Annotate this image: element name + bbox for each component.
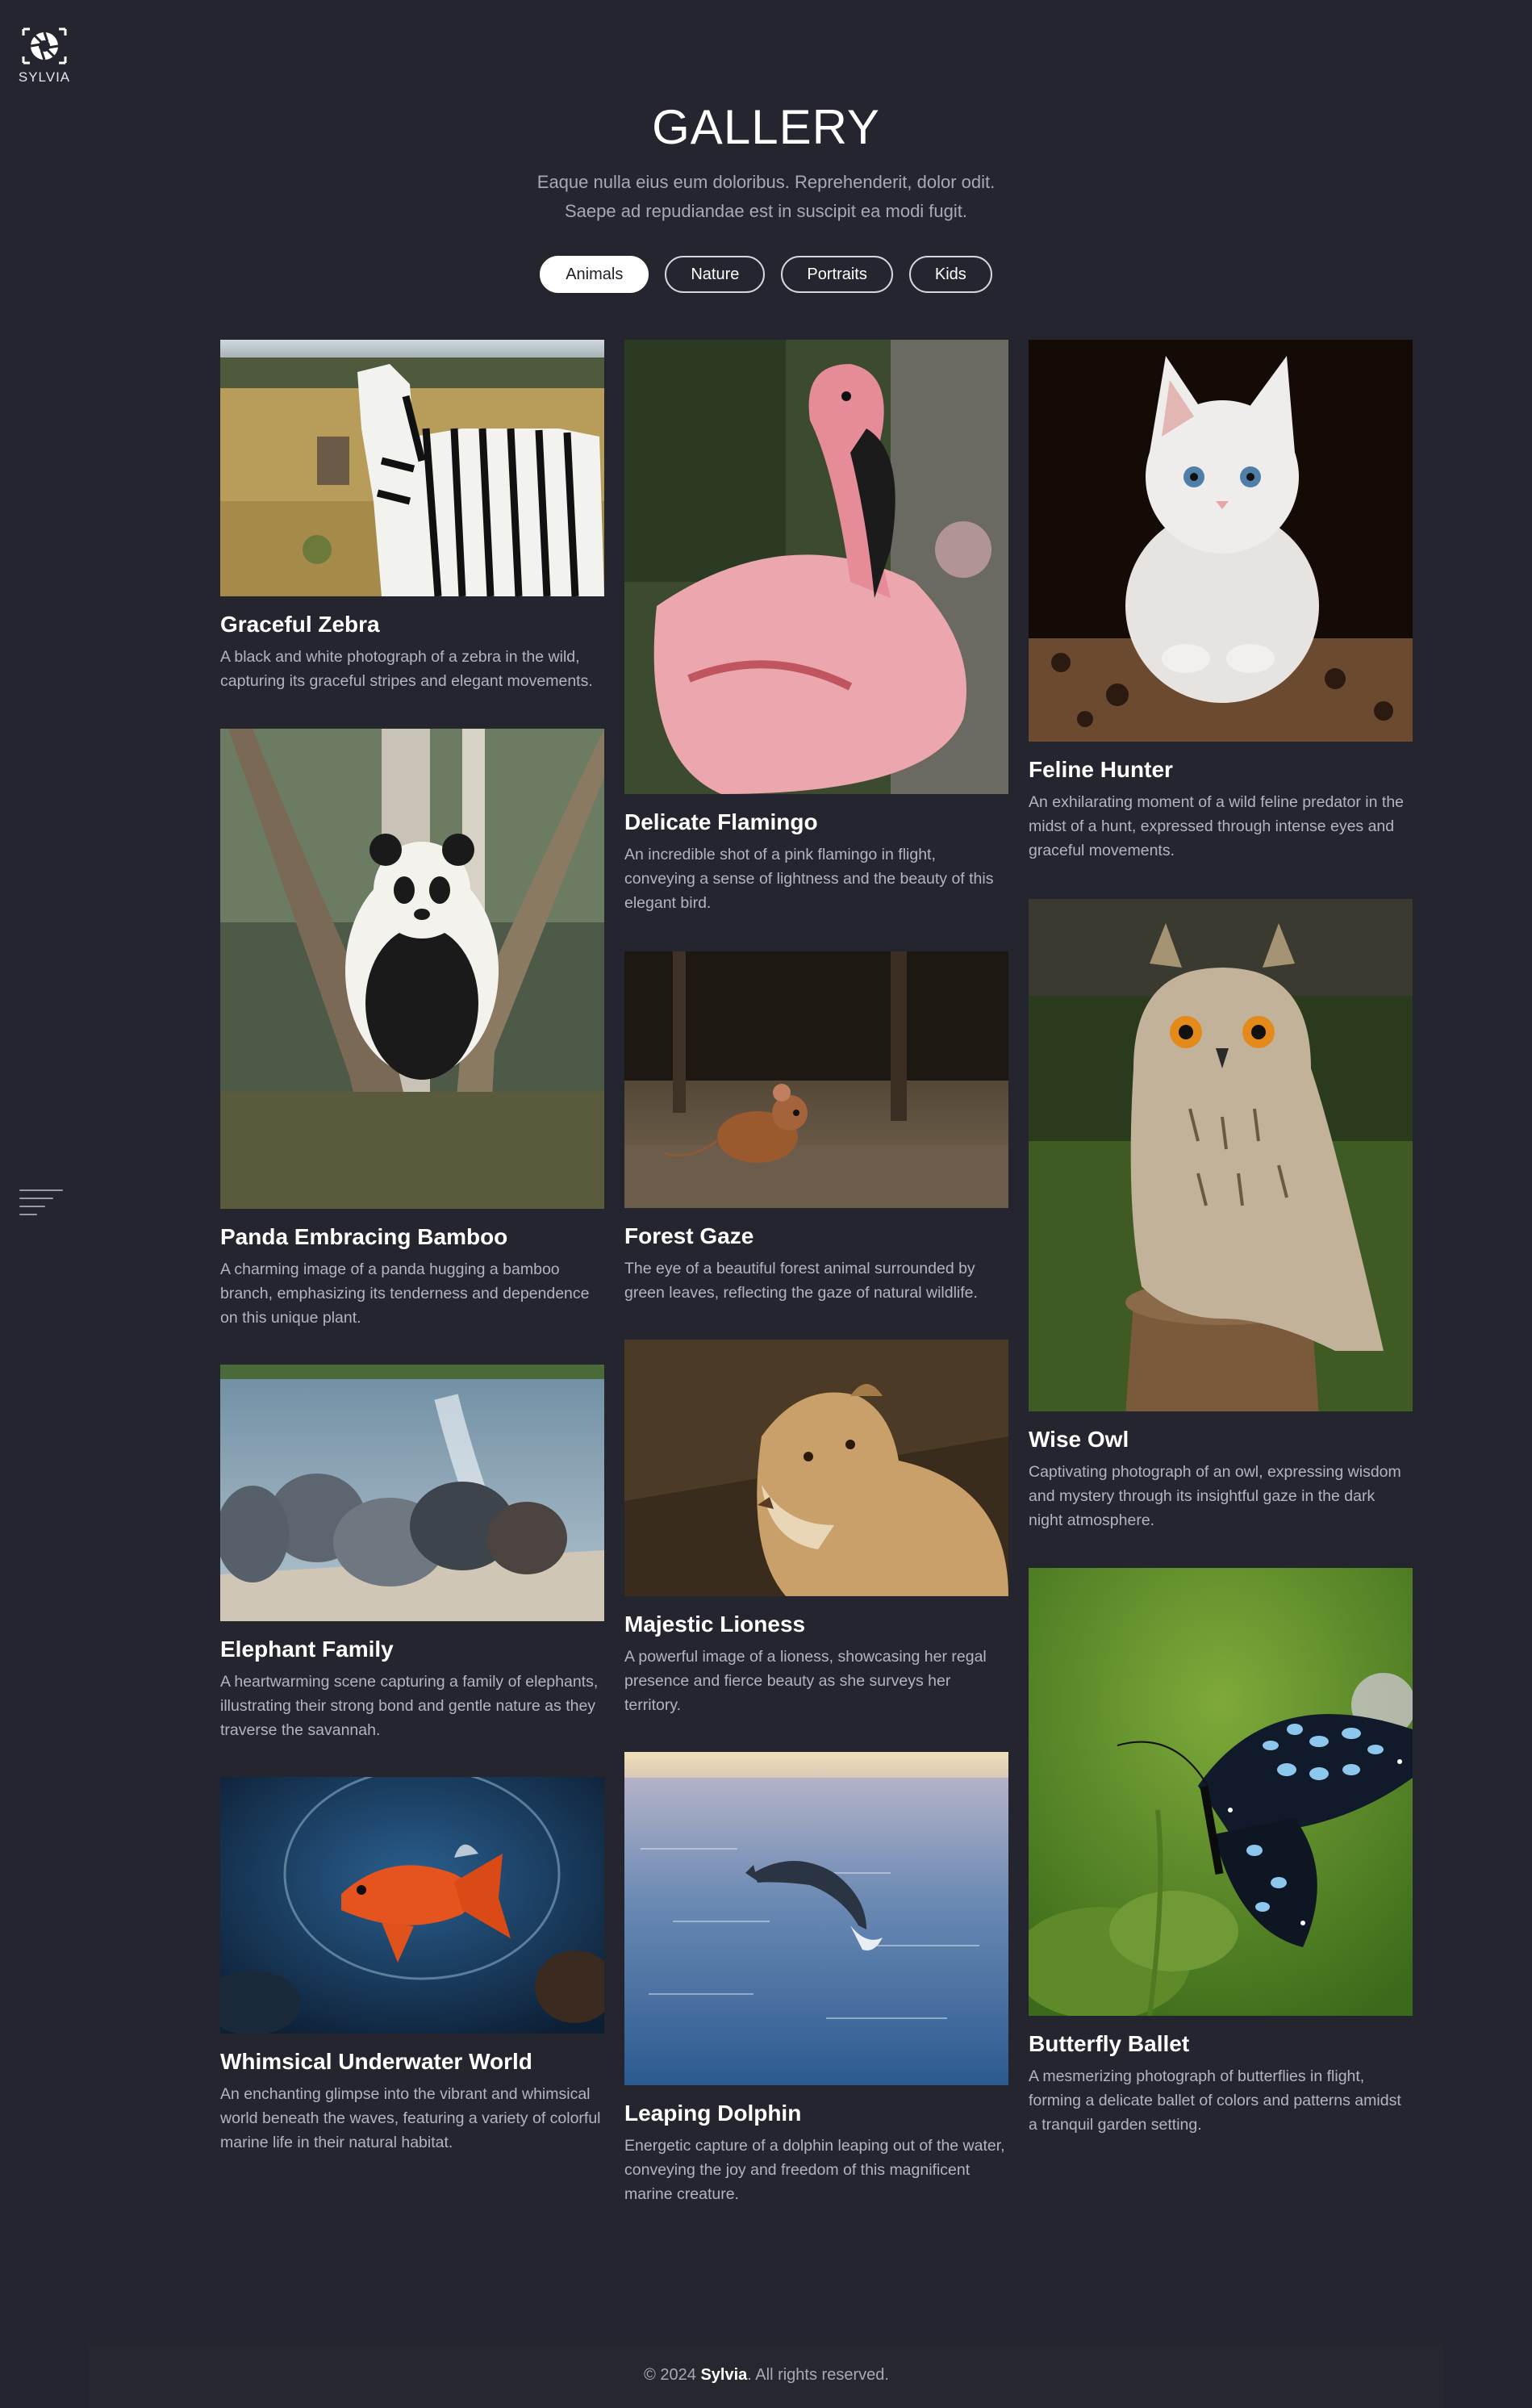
- gallery-card[interactable]: Butterfly Ballet A mesmerizing photograp…: [1029, 1568, 1413, 2137]
- subtitle-line: Eaque nulla eius eum doloribus. Reprehen…: [536, 172, 996, 192]
- page-title: GALLERY: [652, 100, 880, 154]
- card-title: Leaping Dolphin: [624, 2101, 802, 2126]
- card-description: An exhilarating moment of a wild feline …: [1029, 793, 1405, 859]
- gallery-card[interactable]: Delicate Flamingo An incredible shot of …: [624, 340, 1008, 915]
- filter-bar: Animals Nature Portraits Kids: [0, 256, 1532, 293]
- mouse-photo: [624, 951, 1008, 1208]
- card-description: A mesmerizing photograph of butterflies …: [1029, 2067, 1401, 2134]
- card-title: Feline Hunter: [1029, 757, 1173, 782]
- gallery-card[interactable]: Feline Hunter An exhilarating moment of …: [1029, 340, 1413, 863]
- menu-icon-line: [19, 1214, 37, 1215]
- zebra-photo: [220, 340, 604, 596]
- card-title: Graceful Zebra: [220, 612, 380, 637]
- card-title: Elephant Family: [220, 1637, 394, 1662]
- gallery-card[interactable]: Majestic Lioness A powerful image of a l…: [624, 1340, 1008, 1717]
- brand-name: SYLVIA: [18, 69, 71, 85]
- card-description: Energetic capture of a dolphin leaping o…: [624, 2137, 1005, 2203]
- menu-toggle-button[interactable]: [19, 1186, 65, 1219]
- panda-photo: [220, 729, 604, 1209]
- filter-nature-button[interactable]: Nature: [665, 256, 766, 293]
- card-title: Delicate Flamingo: [624, 809, 818, 834]
- card-title: Butterfly Ballet: [1029, 2031, 1190, 2056]
- card-description: An incredible shot of a pink flamingo in…: [624, 846, 994, 912]
- elephants-photo: [220, 1365, 604, 1621]
- menu-icon-line: [19, 1189, 63, 1191]
- subtitle-line: Saepe ad repudiandae est in suscipit ea …: [565, 201, 967, 221]
- card-title: Majestic Lioness: [624, 1612, 806, 1637]
- dolphin-photo: [624, 1752, 1008, 2085]
- footer-copyright: © 2024: [644, 2366, 696, 2384]
- gallery-header: GALLERY Eaque nulla eius eum doloribus. …: [0, 95, 1532, 226]
- camera-aperture-icon: [22, 27, 67, 65]
- card-description: The eye of a beautiful forest animal sur…: [624, 1260, 978, 1302]
- card-title: Forest Gaze: [624, 1223, 754, 1248]
- gallery-card[interactable]: Whimsical Underwater World An enchanting…: [220, 1777, 604, 2155]
- gallery-card[interactable]: Panda Embracing Bamboo A charming image …: [220, 729, 604, 1330]
- card-title: Panda Embracing Bamboo: [220, 1224, 508, 1249]
- menu-icon-line: [19, 1198, 53, 1199]
- page-subtitle: Eaque nulla eius eum doloribus. Reprehen…: [0, 168, 1532, 226]
- filter-portraits-button[interactable]: Portraits: [781, 256, 893, 293]
- card-title: Whimsical Underwater World: [220, 2049, 532, 2074]
- card-description: A heartwarming scene capturing a family …: [220, 1673, 599, 1739]
- gallery-card[interactable]: Forest Gaze The eye of a beautiful fores…: [624, 951, 1008, 1305]
- card-description: Captivating photograph of an owl, expres…: [1029, 1463, 1401, 1529]
- gallery-card[interactable]: Graceful Zebra A black and white photogr…: [220, 340, 604, 693]
- footer-rights: . All rights reserved.: [747, 2366, 889, 2384]
- gallery-card[interactable]: Wise Owl Captivating photograph of an ow…: [1029, 899, 1413, 1532]
- gallery-card[interactable]: Leaping Dolphin Energetic capture of a d…: [624, 1752, 1008, 2206]
- flamingo-photo: [624, 340, 1008, 794]
- footer: © 2024 Sylvia. All rights reserved.: [89, 2345, 1444, 2408]
- owl-photo: [1029, 899, 1413, 1411]
- lioness-photo: [624, 1340, 1008, 1596]
- gallery-card[interactable]: Elephant Family A heartwarming scene cap…: [220, 1365, 604, 1742]
- menu-icon-line: [19, 1206, 45, 1207]
- kitten-photo: [1029, 340, 1413, 742]
- card-title: Wise Owl: [1029, 1427, 1129, 1452]
- fish-photo: [220, 1777, 604, 2034]
- brand-logo[interactable]: SYLVIA: [16, 26, 73, 86]
- card-description: A charming image of a panda hugging a ba…: [220, 1260, 590, 1327]
- butterfly-photo: [1029, 1568, 1413, 2016]
- card-description: An enchanting glimpse into the vibrant a…: [220, 2085, 601, 2151]
- footer-brand: Sylvia: [700, 2366, 748, 2384]
- filter-kids-button[interactable]: Kids: [908, 256, 992, 293]
- filter-animals-button[interactable]: Animals: [540, 256, 649, 293]
- card-description: A black and white photograph of a zebra …: [220, 648, 593, 690]
- card-description: A powerful image of a lioness, showcasin…: [624, 1648, 987, 1714]
